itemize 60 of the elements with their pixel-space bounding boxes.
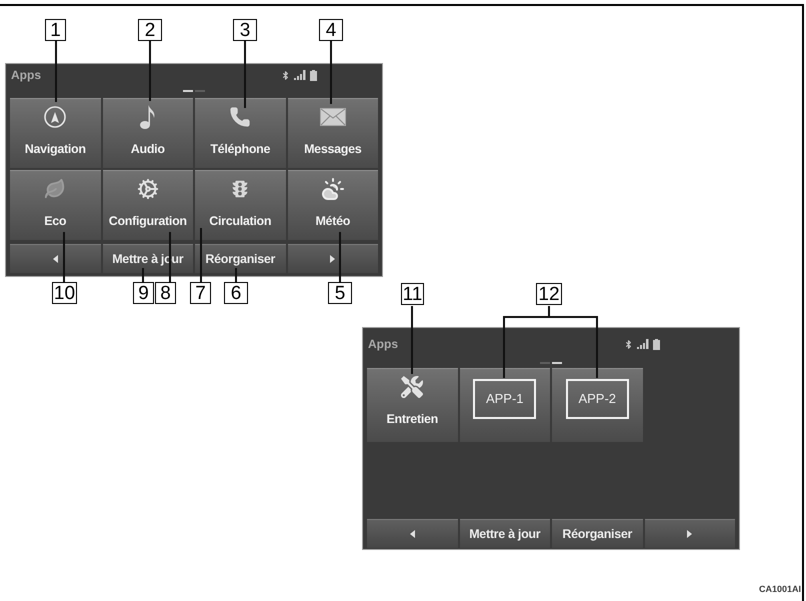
rearrange-button[interactable]: Réorganiser	[552, 519, 642, 548]
app-tile[interactable]: Entretien	[367, 368, 458, 442]
callout-number: 6	[224, 282, 248, 304]
app-tile[interactable]: Eco	[10, 170, 100, 240]
update-button[interactable]: Mettre à jour	[460, 519, 550, 548]
leader-line	[411, 306, 413, 374]
leader-line	[235, 268, 237, 282]
tools-icon	[401, 376, 424, 398]
callout-number: 5	[328, 282, 352, 304]
callout-number: 3	[233, 19, 257, 41]
app-tile[interactable]: Messages	[288, 98, 378, 168]
leader-line	[200, 228, 202, 282]
callout-number: 9	[133, 282, 154, 304]
app-tile[interactable]: APP-1	[460, 368, 550, 442]
app-tile[interactable]: Météo	[288, 170, 378, 240]
compass-icon	[44, 106, 66, 128]
leader-line	[244, 41, 246, 108]
callout-number: 7	[190, 282, 211, 304]
leader-line	[339, 232, 341, 282]
caret-right-icon	[687, 530, 692, 538]
app-tile[interactable]: Circulation	[195, 170, 286, 240]
callout-number: 11	[401, 283, 424, 305]
app-tile[interactable]: Configuration	[102, 170, 193, 240]
app-tile[interactable]: Téléphone	[195, 98, 286, 168]
callout-number: 8	[155, 282, 176, 304]
screen-title: Apps	[11, 67, 41, 83]
gear-icon	[136, 178, 159, 200]
callout-number: 10	[52, 282, 77, 304]
screen-title: Apps	[368, 336, 398, 352]
envelope-icon	[320, 108, 346, 126]
rearrange-button[interactable]: Réorganiser	[195, 244, 286, 273]
battery-icon	[653, 338, 660, 350]
app-tile[interactable]: Audio	[102, 98, 193, 168]
signal-icon	[637, 339, 649, 349]
callout-number: 2	[138, 19, 162, 41]
previous-page-button[interactable]	[10, 244, 100, 273]
callout-number: 12	[536, 283, 562, 305]
app-tile[interactable]: Navigation	[10, 98, 100, 168]
leader-line	[169, 232, 171, 282]
leader-line	[142, 268, 144, 282]
figure-code: CA1001AI	[758, 582, 801, 596]
caret-right-icon	[330, 255, 336, 263]
leader-line	[149, 41, 151, 101]
phone-icon	[229, 106, 252, 128]
leader-line	[330, 41, 332, 104]
music-note-icon	[140, 105, 156, 129]
next-page-button[interactable]	[288, 244, 378, 273]
leader-line	[55, 41, 57, 102]
caret-left-icon	[52, 255, 58, 263]
app-tile[interactable]: APP-2	[552, 368, 642, 442]
bluetooth-icon	[624, 340, 633, 348]
bluetooth-icon	[281, 70, 290, 80]
cloud-sun-icon	[320, 177, 345, 201]
signal-icon	[294, 70, 306, 80]
battery-icon	[310, 70, 317, 80]
callout-number: 1	[45, 19, 66, 41]
caret-left-icon	[410, 530, 415, 538]
callout-number: 4	[319, 19, 343, 41]
leader-line	[63, 232, 65, 282]
leaf-icon	[44, 178, 66, 200]
